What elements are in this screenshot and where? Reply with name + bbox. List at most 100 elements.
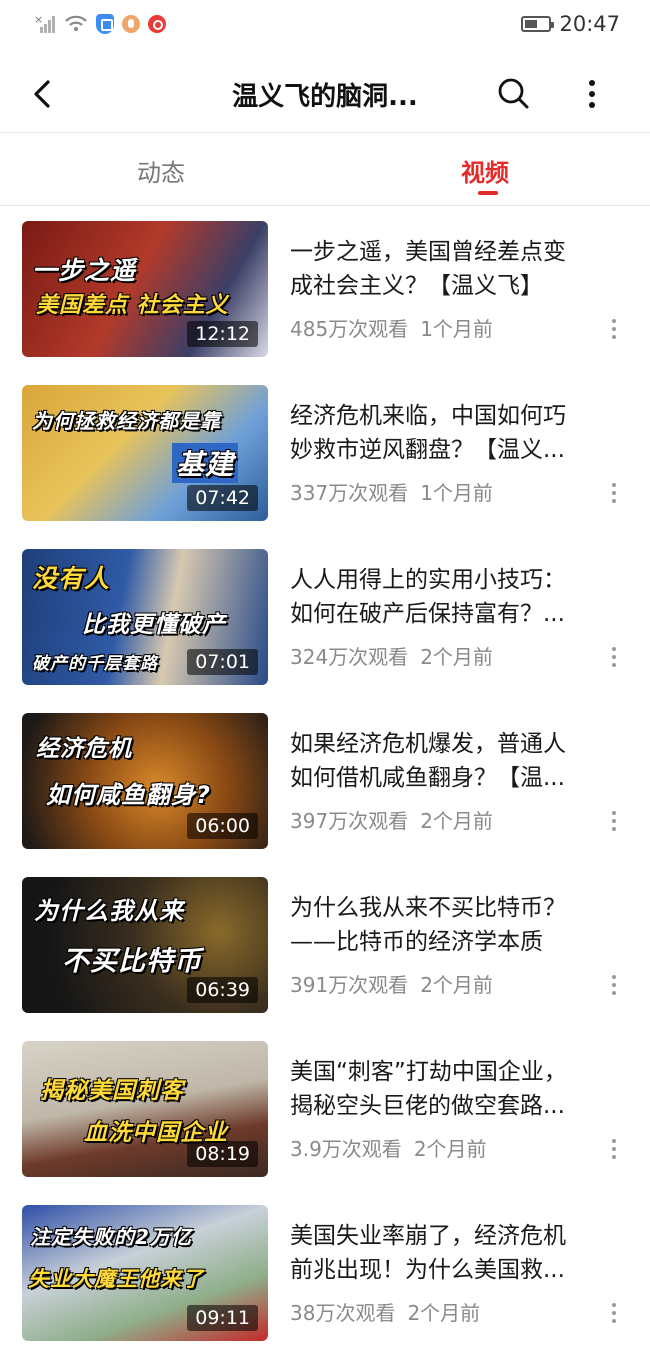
thumbnail-caption: 为什么我从来: [34, 897, 184, 925]
app-header: 温义飞的脑洞...: [0, 52, 650, 133]
video-menu-button[interactable]: [604, 809, 624, 833]
thumbnail-caption: 失业大魔王他来了: [28, 1267, 204, 1291]
video-item[interactable]: 经济危机 如何咸鱼翻身? 06:00 如果经济危机爆发，普通人 如何借机咸鱼翻身…: [0, 697, 650, 861]
video-title-line: 美国失业率崩了，经济危机: [290, 1223, 566, 1249]
video-title-line: 一步之遥，美国曾经差点变: [290, 239, 566, 265]
video-meta: 337万次观看 1个月前: [290, 477, 493, 506]
clock: 20:47: [559, 12, 620, 36]
upload-age: 2个月前: [420, 809, 493, 833]
video-menu-button[interactable]: [604, 1137, 624, 1161]
video-duration: 06:00: [187, 813, 258, 839]
video-thumbnail[interactable]: 经济危机 如何咸鱼翻身? 06:00: [22, 713, 268, 849]
thumbnail-caption: 一步之遥: [32, 256, 137, 285]
video-title-line: 经济危机来临，中国如何巧: [290, 403, 566, 429]
more-options-button[interactable]: [574, 74, 614, 114]
security-shield-icon: [96, 14, 114, 34]
video-item[interactable]: 注定失败的2万亿 失业大魔王他来了 09:11 美国失业率崩了，经济危机 前兆出…: [0, 1189, 650, 1353]
wifi-icon: [64, 14, 88, 34]
video-duration: 08:19: [187, 1141, 258, 1167]
battery-icon: [521, 16, 555, 32]
video-duration: 06:39: [187, 977, 258, 1003]
upload-age: 1个月前: [420, 317, 493, 341]
video-thumbnail[interactable]: 没有人 比我更懂破产 破产的千层套路 07:01: [22, 549, 268, 685]
thumbnail-caption: 美国差点 社会主义: [36, 293, 229, 318]
video-meta: 391万次观看 2个月前: [290, 969, 493, 998]
video-title[interactable]: 为什么我从来不买比特币？ ——比特币的经济学本质: [290, 891, 620, 959]
view-count: 397万次观看: [290, 809, 409, 833]
video-menu-button[interactable]: [604, 317, 624, 341]
video-item[interactable]: 为何拯救经济都是靠 基建 07:42 经济危机来临，中国如何巧 妙救市逆风翻盘？…: [0, 369, 650, 533]
thumbnail-caption: 注定失败的2万亿: [30, 1225, 192, 1249]
video-title[interactable]: 如果经济危机爆发，普通人 如何借机咸鱼翻身？【温...: [290, 727, 620, 795]
thumbnail-caption: 如何咸鱼翻身?: [46, 781, 211, 809]
view-count: 485万次观看: [290, 317, 409, 341]
video-meta: 485万次观看 1个月前: [290, 313, 493, 342]
video-title-line: 前兆出现！为什么美国救...: [290, 1257, 565, 1283]
video-menu-button[interactable]: [604, 645, 624, 669]
view-count: 324万次观看: [290, 645, 409, 669]
thumbnail-caption: 没有人: [32, 564, 111, 593]
video-item[interactable]: 没有人 比我更懂破产 破产的千层套路 07:01 人人用得上的实用小技巧： 如何…: [0, 533, 650, 697]
video-title-line: 如果经济危机爆发，普通人: [290, 731, 566, 757]
video-title-line: 妙救市逆风翻盘？【温义...: [290, 437, 565, 463]
video-title[interactable]: 一步之遥，美国曾经差点变 成社会主义？【温义飞】: [290, 235, 620, 303]
video-title-line: 美国“刺客”打劫中国企业，: [290, 1059, 567, 1085]
video-item[interactable]: 为什么我从来 不买比特币 06:39 为什么我从来不买比特币？ ——比特币的经济…: [0, 861, 650, 1025]
more-vertical-icon: [589, 80, 595, 108]
thumbnail-caption: 为何拯救经济都是靠: [32, 409, 221, 433]
view-count: 38万次观看: [290, 1301, 396, 1325]
upload-age: 2个月前: [407, 1301, 481, 1325]
video-meta: 397万次观看 2个月前: [290, 805, 493, 834]
video-meta: 38万次观看 2个月前: [290, 1297, 480, 1326]
page-title: 温义飞的脑洞...: [232, 82, 418, 112]
video-menu-button[interactable]: [604, 1301, 624, 1325]
thumbnail-caption: 不买比特币: [62, 946, 202, 977]
video-title-line: 成社会主义？【温义飞】: [290, 273, 543, 299]
video-item[interactable]: 一步之遥 美国差点 社会主义 12:12 一步之遥，美国曾经差点变 成社会主义？…: [0, 205, 650, 369]
status-bar: × 20:47: [0, 0, 650, 52]
tab-bar: 动态 视频: [0, 133, 650, 206]
video-thumbnail[interactable]: 一步之遥 美国差点 社会主义 12:12: [22, 221, 268, 357]
search-icon: [498, 78, 529, 109]
video-thumbnail[interactable]: 为何拯救经济都是靠 基建 07:42: [22, 385, 268, 521]
thumbnail-caption: 基建: [172, 443, 239, 483]
video-duration: 07:42: [187, 485, 258, 511]
app-notification-icon: [122, 15, 140, 33]
signal-icon: ×: [34, 13, 56, 33]
video-item[interactable]: 揭秘美国刺客 血洗中国企业 08:19 美国“刺客”打劫中国企业， 揭秘空头巨佬…: [0, 1025, 650, 1189]
thumbnail-caption: 比我更懂破产: [82, 612, 226, 638]
tab-feed[interactable]: 动态: [137, 153, 185, 188]
video-title-line: 如何借机咸鱼翻身？【温...: [290, 765, 565, 791]
video-duration: 07:01: [187, 649, 258, 675]
active-tab-indicator: [478, 191, 498, 195]
upload-age: 2个月前: [420, 973, 493, 997]
thumbnail-caption: 破产的千层套路: [32, 654, 158, 674]
video-title-line: 如何在破产后保持富有？...: [290, 601, 565, 627]
video-title[interactable]: 经济危机来临，中国如何巧 妙救市逆风翻盘？【温义...: [290, 399, 620, 467]
thumbnail-caption: 经济危机: [36, 736, 132, 762]
video-title-line: 揭秘空头巨佬的做空套路...: [290, 1093, 565, 1119]
video-title[interactable]: 美国失业率崩了，经济危机 前兆出现！为什么美国救...: [290, 1219, 620, 1287]
view-count: 337万次观看: [290, 481, 409, 505]
tab-videos[interactable]: 视频: [461, 153, 509, 188]
video-duration: 09:11: [187, 1305, 258, 1331]
video-duration: 12:12: [187, 321, 258, 347]
video-meta: 324万次观看 2个月前: [290, 641, 493, 670]
video-title[interactable]: 美国“刺客”打劫中国企业， 揭秘空头巨佬的做空套路...: [290, 1055, 620, 1123]
video-title-line: 为什么我从来不买比特币？: [290, 895, 566, 921]
video-title[interactable]: 人人用得上的实用小技巧： 如何在破产后保持富有？...: [290, 563, 620, 631]
upload-age: 2个月前: [413, 1137, 487, 1161]
video-title-line: 人人用得上的实用小技巧：: [290, 567, 566, 593]
video-meta: 3.9万次观看 2个月前: [290, 1133, 487, 1162]
video-menu-button[interactable]: [604, 973, 624, 997]
search-button[interactable]: [494, 74, 534, 114]
video-title-line: ——比特币的经济学本质: [290, 929, 543, 955]
view-count: 391万次观看: [290, 973, 409, 997]
video-menu-button[interactable]: [604, 481, 624, 505]
music-app-icon: [148, 15, 166, 33]
video-thumbnail[interactable]: 揭秘美国刺客 血洗中国企业 08:19: [22, 1041, 268, 1177]
video-thumbnail[interactable]: 为什么我从来 不买比特币 06:39: [22, 877, 268, 1013]
thumbnail-caption: 揭秘美国刺客: [40, 1078, 184, 1104]
upload-age: 2个月前: [420, 645, 493, 669]
video-thumbnail[interactable]: 注定失败的2万亿 失业大魔王他来了 09:11: [22, 1205, 268, 1341]
